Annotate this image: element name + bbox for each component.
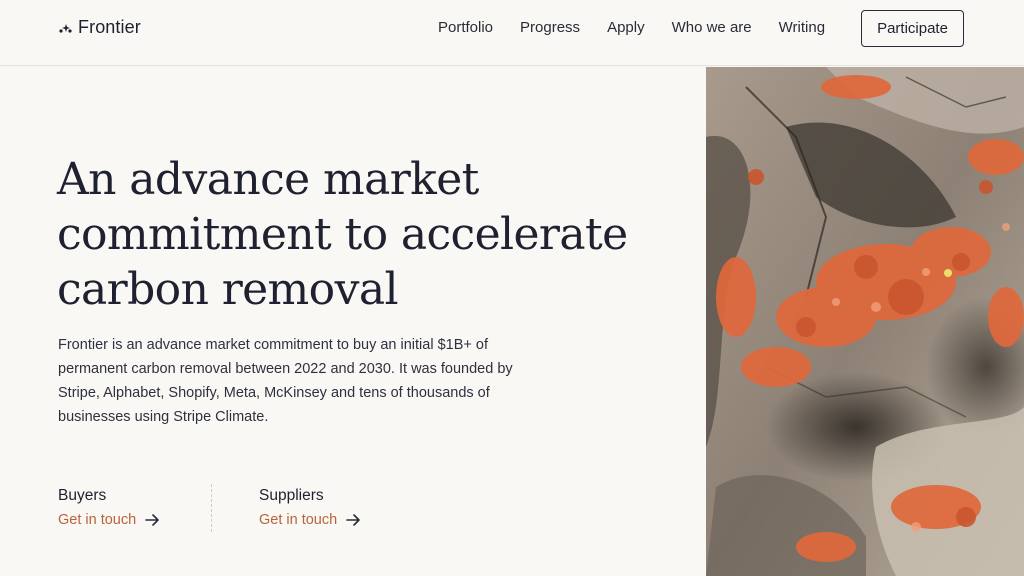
arrow-right-icon <box>346 513 361 527</box>
nav-portfolio[interactable]: Portfolio <box>438 18 493 38</box>
participate-button[interactable]: Participate <box>861 10 964 47</box>
nav-writing[interactable]: Writing <box>779 18 825 38</box>
buyers-title: Buyers <box>58 487 107 504</box>
main-nav: Portfolio Progress Apply Who we are Writ… <box>438 18 825 38</box>
suppliers-card: Suppliers Get in touch <box>259 486 361 530</box>
buyers-card: Buyers Get in touch <box>58 486 160 530</box>
buyers-link-label: Get in touch <box>58 512 137 528</box>
buyers-get-in-touch-link[interactable]: Get in touch <box>58 510 160 530</box>
suppliers-link-label: Get in touch <box>259 512 338 528</box>
suppliers-title: Suppliers <box>259 487 324 504</box>
suppliers-get-in-touch-link[interactable]: Get in touch <box>259 510 361 530</box>
card-divider <box>211 484 212 532</box>
site-header: Frontier Portfolio Progress Apply Who we… <box>0 0 1024 66</box>
hero-headline: An advance market commitment to accelera… <box>57 154 628 315</box>
nav-progress[interactable]: Progress <box>520 18 580 38</box>
lichen-rock-image <box>706 67 1024 576</box>
brand-name: Frontier <box>78 17 141 37</box>
frontier-logo-link[interactable]: Frontier <box>58 17 141 38</box>
page: Frontier Portfolio Progress Apply Who we… <box>0 0 1024 576</box>
arrow-right-icon <box>145 513 160 527</box>
sparkle-dots-icon <box>58 20 74 36</box>
nav-apply[interactable]: Apply <box>607 18 645 38</box>
hero-description: Frontier is an advance market commitment… <box>58 337 513 425</box>
nav-who-we-are[interactable]: Who we are <box>672 18 752 38</box>
